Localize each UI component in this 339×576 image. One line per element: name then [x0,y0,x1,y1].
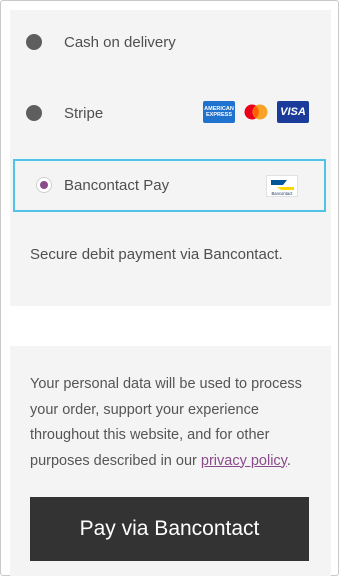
amex-card-text: AMERICAN EXPRESS [204,106,234,118]
privacy-policy-link[interactable]: privacy policy [201,453,287,469]
radio-cash-on-delivery[interactable] [26,34,42,50]
radio-stripe[interactable] [26,105,42,121]
label-bancontact-pay[interactable]: Bancontact Pay [64,177,169,194]
visa-card-icon: VISA [277,101,309,123]
radio-bancontact-pay[interactable] [36,177,52,193]
bancontact-logo-icon: Bancontact [266,175,298,197]
bancontact-logo-text: Bancontact [272,191,294,196]
amex-card-icon: AMERICAN EXPRESS [203,101,235,123]
visa-card-text: VISA [280,106,306,118]
method-description: Secure debit payment via Bancontact. [30,246,283,263]
privacy-text-end: . [286,452,291,469]
label-stripe[interactable]: Stripe [64,105,103,122]
label-cash-on-delivery[interactable]: Cash on delivery [64,34,176,51]
pay-button[interactable]: Pay via Bancontact [30,497,309,561]
mastercard-icon [243,101,269,123]
privacy-notice: Your personal data will be used to proce… [30,372,320,474]
